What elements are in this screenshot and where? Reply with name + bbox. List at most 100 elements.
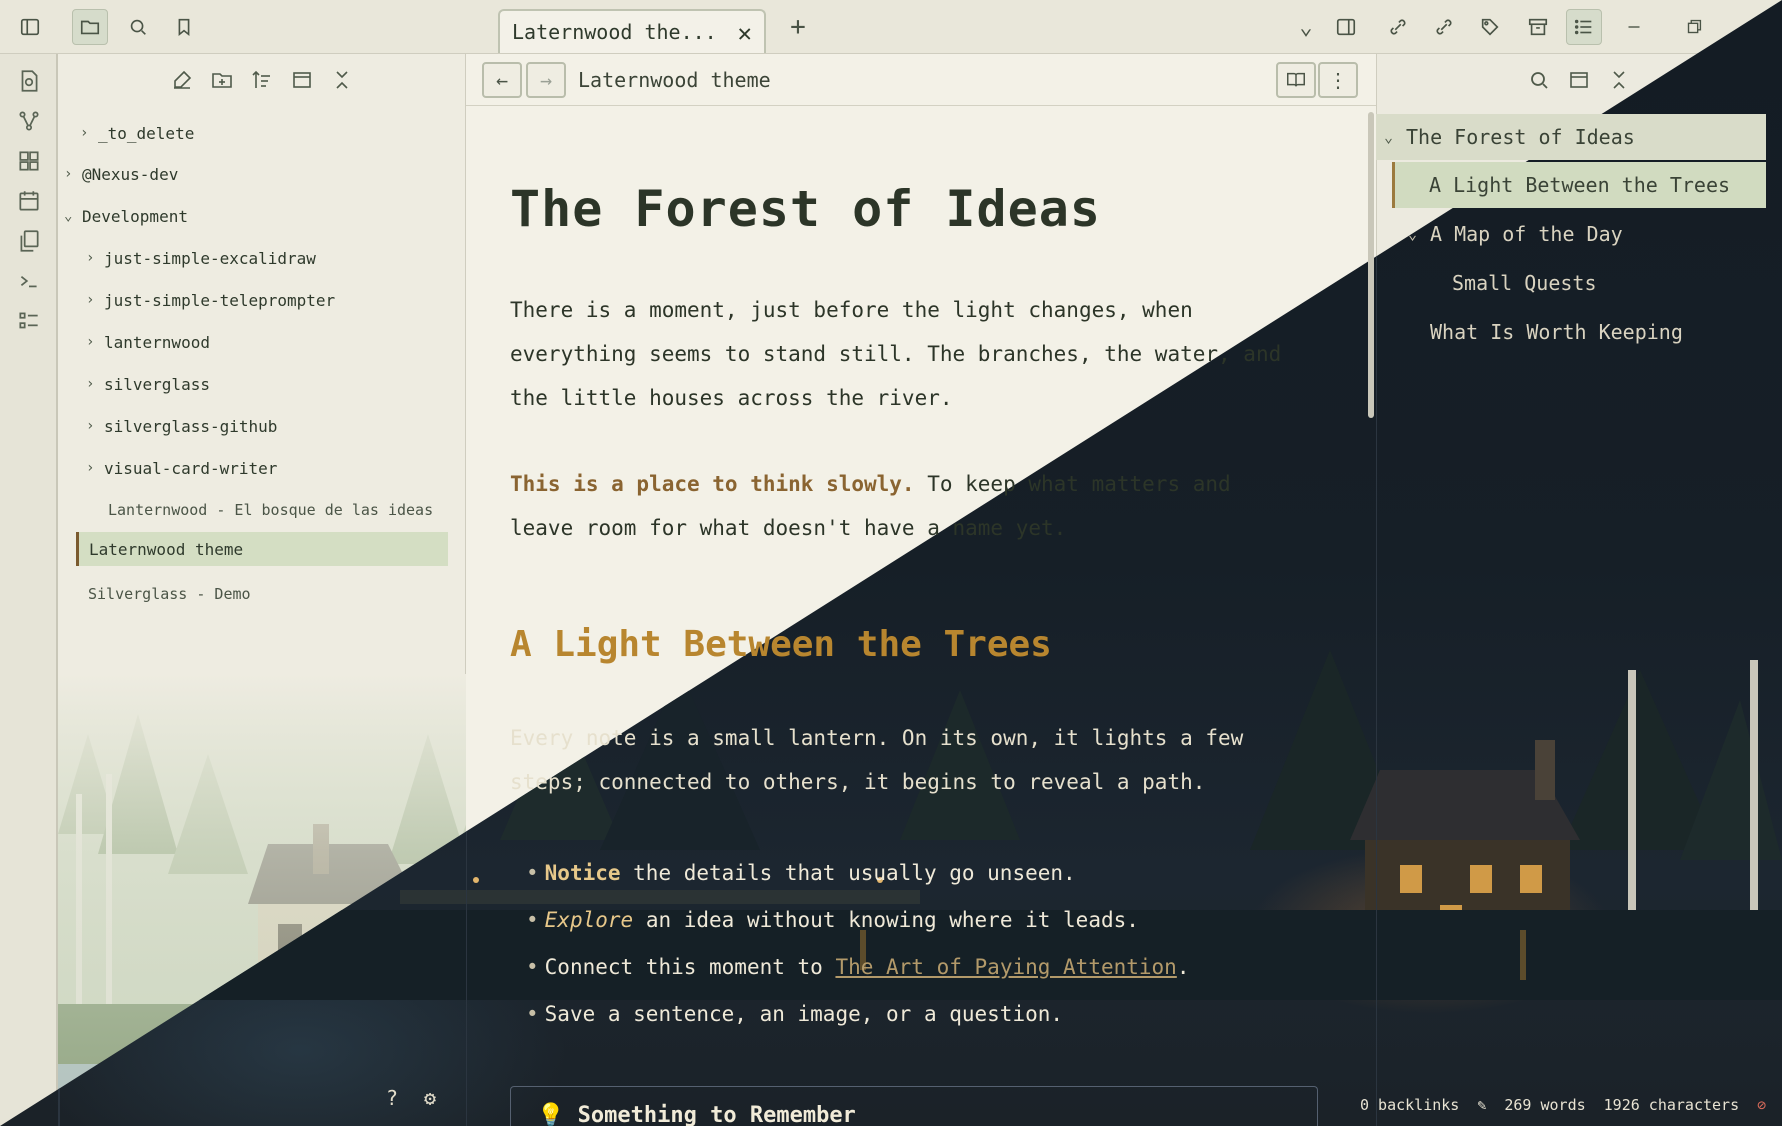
search-icon[interactable]	[1527, 68, 1553, 94]
chevron-right-icon: ›	[86, 418, 95, 434]
chevron-down-icon: ⌄	[1408, 225, 1418, 243]
close-window-icon[interactable]	[1736, 9, 1772, 45]
file-explorer-icon[interactable]	[72, 9, 108, 45]
sort-order-icon[interactable]	[250, 68, 280, 98]
tree-label: Silverglass - Demo	[88, 585, 251, 603]
backlinks-icon[interactable]	[1380, 9, 1416, 45]
close-tab-icon[interactable]: ✕	[738, 19, 752, 47]
tree-folder-to-delete[interactable]: › _to_delete	[80, 116, 460, 150]
toggle-right-sidebar-icon[interactable]	[1328, 9, 1364, 45]
lightbulb-icon: 💡	[537, 1103, 565, 1126]
vault-name: @Obsidian-dev	[100, 1088, 242, 1110]
tree-label: lanternwood	[104, 332, 210, 352]
outline-label: Small Quests	[1452, 271, 1597, 295]
list-text: an idea without knowing where it leads.	[633, 908, 1139, 932]
tree-folder-nexus-dev[interactable]: › @Nexus-dev	[64, 157, 460, 191]
list-text: Save a sentence, an image, or a question…	[544, 1002, 1064, 1026]
tree-folder-visual-card-writer[interactable]: › visual-card-writer	[86, 451, 460, 485]
daily-note-calendar-icon[interactable]	[16, 188, 42, 214]
list-text: the details that usually go unseen.	[620, 861, 1076, 885]
forward-arrow-icon[interactable]: →	[526, 62, 566, 98]
tree-label: silverglass	[104, 374, 210, 394]
auto-reveal-icon[interactable]	[290, 68, 320, 98]
outline-item-map-of-the-day[interactable]: ⌄ A Map of the Day	[1400, 211, 1766, 257]
outline-label: A Map of the Day	[1430, 222, 1623, 246]
editor-scrollbar[interactable]	[1368, 112, 1374, 418]
search-icon[interactable]	[120, 9, 156, 45]
restore-icon[interactable]	[1676, 9, 1712, 45]
sync-disabled-icon[interactable]: ⊘	[1757, 1096, 1766, 1114]
chevron-updown-icon: ⇕	[78, 1088, 89, 1110]
outline-item-small-quests[interactable]: Small Quests	[1452, 260, 1766, 306]
paragraph-intro: There is a moment, just before the light…	[510, 288, 1290, 420]
italic-text: Explore	[544, 908, 634, 932]
new-folder-icon[interactable]	[210, 68, 240, 98]
note-heading-1: The Forest of Ideas	[510, 180, 1101, 238]
tree-folder-just-simple-teleprompter[interactable]: › just-simple-teleprompter	[86, 283, 460, 317]
tree-folder-development[interactable]: ⌄ Development	[64, 199, 460, 233]
minimize-icon[interactable]	[1616, 9, 1652, 45]
archive-icon[interactable]	[1520, 9, 1556, 45]
tab-title: Laternwood the...	[512, 20, 717, 44]
collapse-all-icon[interactable]	[330, 68, 360, 98]
word-count: 269 words	[1504, 1096, 1586, 1114]
paragraph-text: Every note is a small lantern. On its ow…	[510, 726, 1244, 794]
outline-label: What Is Worth Keeping	[1430, 320, 1683, 344]
help-icon[interactable]: ?	[386, 1086, 410, 1110]
internal-link[interactable]: The Art of Paying Attention	[835, 955, 1176, 979]
terminal-icon[interactable]	[16, 268, 42, 294]
outline-icon[interactable]	[1566, 9, 1602, 45]
chevron-right-icon: ›	[64, 166, 73, 182]
note-heading-2: A Light Between the Trees	[510, 624, 1052, 665]
list-item: Connect this moment to The Art of Paying…	[526, 944, 1286, 991]
settings-gear-icon[interactable]: ⚙	[424, 1086, 448, 1110]
outgoing-links-icon[interactable]	[1426, 9, 1462, 45]
callout-block[interactable]: 💡 Something to Remember	[510, 1086, 1318, 1126]
collapse-all-icon[interactable]	[1607, 68, 1633, 94]
outline-label: A Light Between the Trees	[1429, 173, 1731, 197]
tree-folder-lanternwood[interactable]: › lanternwood	[86, 325, 460, 359]
tree-folder-silverglass-github[interactable]: › silverglass-github	[86, 409, 460, 443]
bold-text: Notice	[544, 861, 621, 885]
tree-label: Laternwood theme	[89, 539, 244, 559]
left-ribbon	[0, 54, 58, 1126]
highlight-text: This is a place to think slowly.	[510, 472, 915, 496]
templates-icon[interactable]	[16, 228, 42, 254]
title-bar: Laternwood the... ✕ + ⌄	[0, 0, 1782, 54]
chevron-down-icon: ⌄	[1384, 128, 1394, 146]
outline-label: The Forest of Ideas	[1406, 125, 1635, 149]
tree-file-lanternwood-bosque[interactable]: Lanternwood - El bosque de las ideas	[108, 493, 460, 527]
outline-item-light-between-trees[interactable]: A Light Between the Trees	[1392, 162, 1766, 208]
toggle-sidebar-icon[interactable]	[12, 9, 48, 45]
tree-folder-just-simple-excalidraw[interactable]: › just-simple-excalidraw	[86, 241, 460, 275]
note-tab[interactable]: Laternwood the... ✕	[498, 9, 766, 53]
tab-list-dropdown-icon[interactable]: ⌄	[1288, 9, 1324, 45]
list-item: Notice the details that usually go unsee…	[526, 850, 1286, 897]
more-options-icon[interactable]: ⋮	[1318, 62, 1358, 98]
backlinks-count[interactable]: 0 backlinks	[1360, 1096, 1459, 1114]
outline-item-forest-of-ideas[interactable]: ⌄ The Forest of Ideas	[1376, 114, 1766, 160]
tree-file-laternwood-theme[interactable]: Laternwood theme	[76, 532, 448, 566]
new-tab-icon[interactable]: +	[780, 9, 816, 45]
status-bar: 0 backlinks ✎ 269 words 1926 characters …	[1360, 1090, 1766, 1120]
outline-item-worth-keeping[interactable]: What Is Worth Keeping	[1430, 309, 1766, 355]
tree-file-silverglass-demo[interactable]: Silverglass - Demo	[88, 577, 460, 611]
graph-view-icon[interactable]	[16, 108, 42, 134]
edit-mode-icon[interactable]: ✎	[1477, 1096, 1486, 1114]
tree-label: just-simple-teleprompter	[104, 290, 336, 310]
tree-label: just-simple-excalidraw	[104, 248, 316, 268]
new-note-icon[interactable]	[170, 68, 200, 98]
bookmark-icon[interactable]	[166, 9, 202, 45]
tasks-list-icon[interactable]	[16, 308, 42, 334]
auto-expand-icon[interactable]	[1567, 68, 1593, 94]
paragraph-lantern: Every note is a small lantern. On its ow…	[510, 716, 1290, 804]
canvas-icon[interactable]	[16, 148, 42, 174]
reading-view-icon[interactable]	[1276, 62, 1316, 98]
chevron-right-icon: ›	[86, 292, 95, 308]
back-arrow-icon[interactable]: ←	[482, 62, 522, 98]
view-header-title[interactable]: Laternwood theme	[578, 68, 771, 92]
open-quick-switcher-icon[interactable]	[16, 68, 42, 94]
tags-icon[interactable]	[1472, 9, 1508, 45]
chevron-right-icon: ›	[86, 334, 95, 350]
tree-folder-silverglass[interactable]: › silverglass	[86, 367, 460, 401]
